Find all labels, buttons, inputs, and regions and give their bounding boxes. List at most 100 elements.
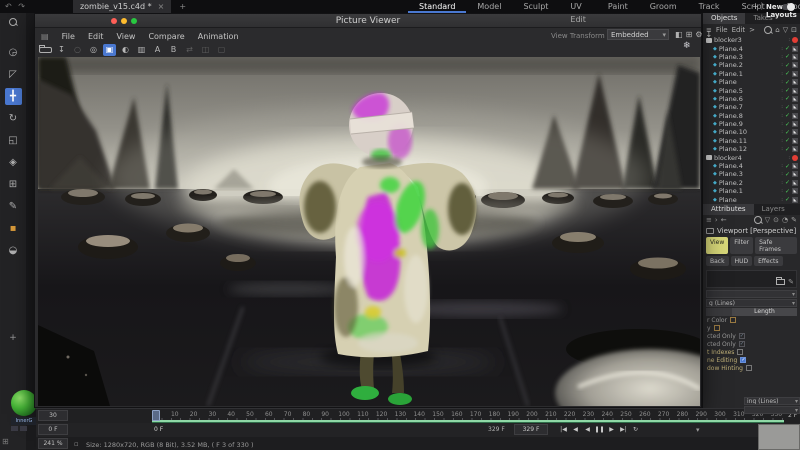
enabled-check-icon[interactable]: ✓	[785, 70, 790, 77]
polygon-tag-icon[interactable]: ◣	[792, 163, 798, 169]
menu-animation[interactable]: Animation	[198, 32, 239, 41]
visibility-dots[interactable]: :	[781, 121, 783, 127]
object-row-plane-6[interactable]: ◆Plane.6:✓◣	[703, 95, 800, 103]
enabled-check-icon[interactable]: ✓	[785, 87, 790, 94]
attr-tab-effects[interactable]: Effects	[754, 256, 782, 266]
close-tab-icon[interactable]: ×	[158, 2, 165, 11]
workplane-tool[interactable]: ⊞	[5, 176, 22, 193]
edit-icon[interactable]: ✎	[791, 216, 797, 224]
object-row-plane-4[interactable]: ◆Plane.4:✓◣	[703, 162, 800, 170]
enabled-check-icon[interactable]: ✓	[785, 137, 790, 144]
contrast-icon[interactable]: ◐	[119, 44, 132, 56]
folder-icon[interactable]	[776, 279, 785, 285]
attr-tab-hud[interactable]: HUD	[731, 256, 753, 266]
edit-filter-icon[interactable]: ⊡	[791, 26, 797, 34]
enabled-check-icon[interactable]: ✓	[785, 196, 790, 203]
dual-view-icon[interactable]: ◧	[675, 30, 683, 39]
play-button[interactable]: ▶	[606, 424, 617, 435]
visibility-dots[interactable]: :	[781, 197, 783, 203]
dropdown-fragment-c[interactable]: ing (Lines)▾	[744, 397, 800, 405]
fullscreen-icon[interactable]: ▢	[215, 44, 228, 56]
playhead[interactable]	[152, 410, 160, 421]
snap-tool[interactable]: ◈	[5, 154, 22, 171]
object-row-plane[interactable]: ◆Plane:✓◣	[703, 78, 800, 86]
gear-icon[interactable]: ⚙	[695, 30, 702, 39]
enabled-check-icon[interactable]: ✓	[785, 112, 790, 119]
back-icon[interactable]: ←	[721, 216, 727, 224]
lock-icon[interactable]: ⊙	[773, 216, 779, 224]
window-menu-icon[interactable]: ▤	[41, 32, 49, 41]
edit-menu[interactable]: Edit	[732, 26, 746, 34]
chevron-right-icon[interactable]: >	[749, 26, 755, 34]
layout-tab-sculpt[interactable]: Sculpt	[512, 0, 559, 13]
attr-tab-view[interactable]: View	[706, 237, 728, 254]
save-image-icon[interactable]: ↧	[55, 44, 68, 56]
enabled-check-icon[interactable]: ✓	[785, 45, 790, 52]
document-tab[interactable]: zombie_v15.c4d * ×	[73, 0, 171, 13]
object-row-blocker4[interactable]: blocker4:	[703, 153, 800, 161]
pause-button[interactable]: ❚❚	[594, 424, 605, 435]
polygon-tag-icon[interactable]: ◣	[792, 113, 798, 119]
undo-icon[interactable]: ↶	[5, 2, 14, 11]
enabled-check-icon[interactable]: ✓	[785, 163, 790, 170]
color-swatch-tool[interactable]: ▪	[5, 220, 22, 237]
column-cell[interactable]	[706, 308, 732, 316]
object-row-plane-2[interactable]: ◆Plane.2:✓◣	[703, 61, 800, 69]
polygon-tag-icon[interactable]: ◣	[792, 129, 798, 135]
polygon-tag-icon[interactable]: ◣	[792, 79, 798, 85]
float-window-icon[interactable]: ⊞	[686, 30, 693, 39]
visibility-dots[interactable]: :	[781, 46, 783, 52]
prev-frame-button[interactable]: ◀	[570, 424, 581, 435]
visibility-dots[interactable]: :	[781, 188, 783, 194]
polygon-tag-icon[interactable]: ◣	[792, 54, 798, 60]
tab-attributes[interactable]: Attributes	[703, 204, 754, 215]
object-row-plane-7[interactable]: ◆Plane.7:✓◣	[703, 103, 800, 111]
scale-tool[interactable]: ◱	[5, 132, 22, 149]
polygon-tag-icon[interactable]: ◣	[792, 71, 798, 77]
end-frame-box[interactable]: 329 F	[514, 424, 548, 435]
polygon-tag-icon[interactable]: ◣	[792, 171, 798, 177]
visibility-dots[interactable]: :	[781, 171, 783, 177]
enabled-check-icon[interactable]: ✓	[785, 104, 790, 111]
object-row-plane-11[interactable]: ◆Plane.11:✓◣	[703, 137, 800, 145]
visibility-dots[interactable]: :	[788, 37, 790, 43]
search-icon[interactable]	[764, 26, 772, 34]
goto-start-button[interactable]: |◀	[558, 424, 569, 435]
enabled-check-icon[interactable]: ✓	[785, 95, 790, 102]
polygon-tag-icon[interactable]: ◣	[792, 138, 798, 144]
dropdown-fragment-b[interactable]: g (Lines)▾	[706, 299, 797, 307]
home-icon[interactable]: ⌂	[775, 26, 779, 34]
polygon-tag-icon[interactable]: ◣	[792, 88, 798, 94]
visibility-dots[interactable]: :	[781, 113, 783, 119]
visibility-dots[interactable]: :	[781, 62, 783, 68]
paint-tool[interactable]: ◒	[5, 242, 22, 259]
move-tool[interactable]: ╋	[5, 88, 22, 105]
object-row-plane-9[interactable]: ◆Plane.9:✓◣	[703, 120, 800, 128]
object-row-plane-8[interactable]: ◆Plane.8:✓◣	[703, 112, 800, 120]
goto-end-button[interactable]: ▶|	[618, 424, 629, 435]
object-row-plane-10[interactable]: ◆Plane.10:✓◣	[703, 128, 800, 136]
forward-icon[interactable]: ›	[715, 216, 718, 224]
polygon-tag-icon[interactable]: ◣	[792, 197, 798, 203]
layout-tab-paint[interactable]: Paint	[597, 0, 639, 13]
dropdown-fragment-a[interactable]: ▾	[706, 290, 797, 298]
menu-edit[interactable]: Edit	[88, 32, 104, 41]
view-transform-dropdown[interactable]: Embedded ▾	[607, 29, 669, 40]
visibility-dots[interactable]: :	[781, 79, 783, 85]
tab-layers[interactable]: Layers	[754, 204, 793, 215]
search-icon[interactable]	[9, 18, 17, 26]
enabled-check-icon[interactable]: ✓	[785, 62, 790, 69]
visibility-dots[interactable]: :	[781, 146, 783, 152]
polygon-tag-icon[interactable]: ◣	[792, 180, 798, 186]
visibility-dots[interactable]: :	[781, 88, 783, 94]
length-column-header[interactable]: Length	[732, 308, 797, 316]
picture-viewer-titlebar[interactable]: Picture Viewer	[35, 14, 701, 28]
play-backward-button[interactable]: ◀	[582, 424, 593, 435]
rendered-image[interactable]	[38, 57, 700, 406]
layout-tab-track[interactable]: Track	[688, 0, 731, 13]
search-icon[interactable]	[754, 216, 762, 224]
polygon-tag-icon[interactable]: ◣	[792, 104, 798, 110]
layout-tab-groom[interactable]: Groom	[639, 0, 688, 13]
object-row-plane-4[interactable]: ◆Plane.4:✓◣	[703, 44, 800, 52]
version-a-button[interactable]: A	[151, 44, 164, 56]
